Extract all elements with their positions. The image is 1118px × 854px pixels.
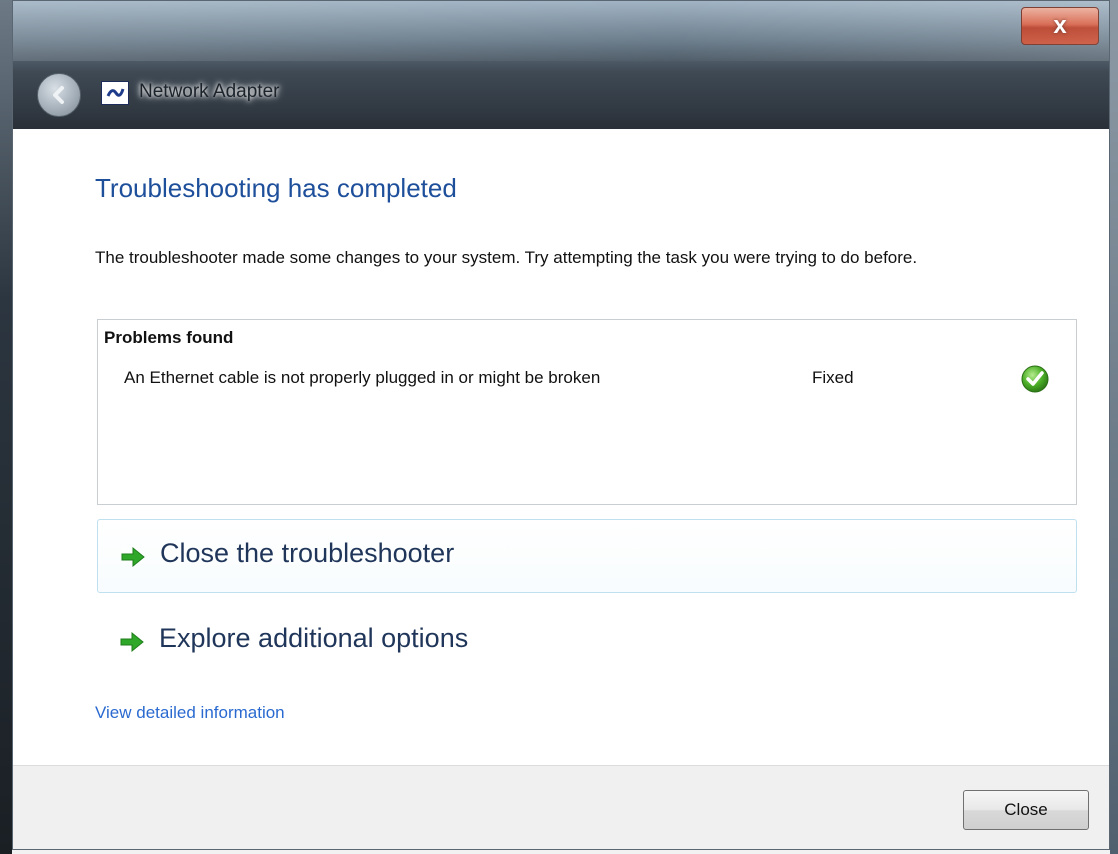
explore-options-label: Explore additional options [159, 623, 469, 653]
close-troubleshooter-option[interactable]: Close the troubleshooter [97, 519, 1077, 593]
troubleshooter-window: x Network Adapter Troubleshooting has co… [12, 0, 1110, 850]
view-detailed-information-link[interactable]: View detailed information [95, 703, 285, 723]
problem-status: Fixed [812, 368, 854, 387]
window-close-button[interactable]: x [1021, 7, 1099, 45]
main-content: Troubleshooting has completed The troubl… [13, 129, 1109, 765]
desktop-edge-right [1110, 0, 1118, 854]
description-text: The troubleshooter made some changes to … [95, 248, 918, 267]
green-arrow-icon [120, 631, 144, 653]
back-arrow-icon [53, 86, 64, 104]
green-arrow-icon [121, 546, 145, 568]
problem-row: An Ethernet cable is not properly plugge… [98, 362, 1076, 396]
problem-description: An Ethernet cable is not properly plugge… [124, 368, 601, 387]
window-title: Network Adapter [139, 81, 280, 102]
title-bar: x Network Adapter [13, 1, 1109, 129]
desktop-edge-left [0, 0, 12, 854]
close-troubleshooter-label: Close the troubleshooter [160, 538, 455, 568]
green-check-icon [1021, 365, 1049, 393]
network-adapter-icon [101, 81, 129, 105]
close-icon: x [1053, 12, 1067, 39]
page-title: Troubleshooting has completed [95, 173, 457, 203]
problems-panel: Problems found An Ethernet cable is not … [97, 319, 1077, 505]
problems-header: Problems found [104, 328, 234, 347]
close-button[interactable]: Close [963, 790, 1089, 830]
back-button[interactable] [37, 73, 81, 117]
explore-options-option[interactable]: Explore additional options [97, 605, 1077, 679]
footer-bar: Close [13, 765, 1109, 849]
